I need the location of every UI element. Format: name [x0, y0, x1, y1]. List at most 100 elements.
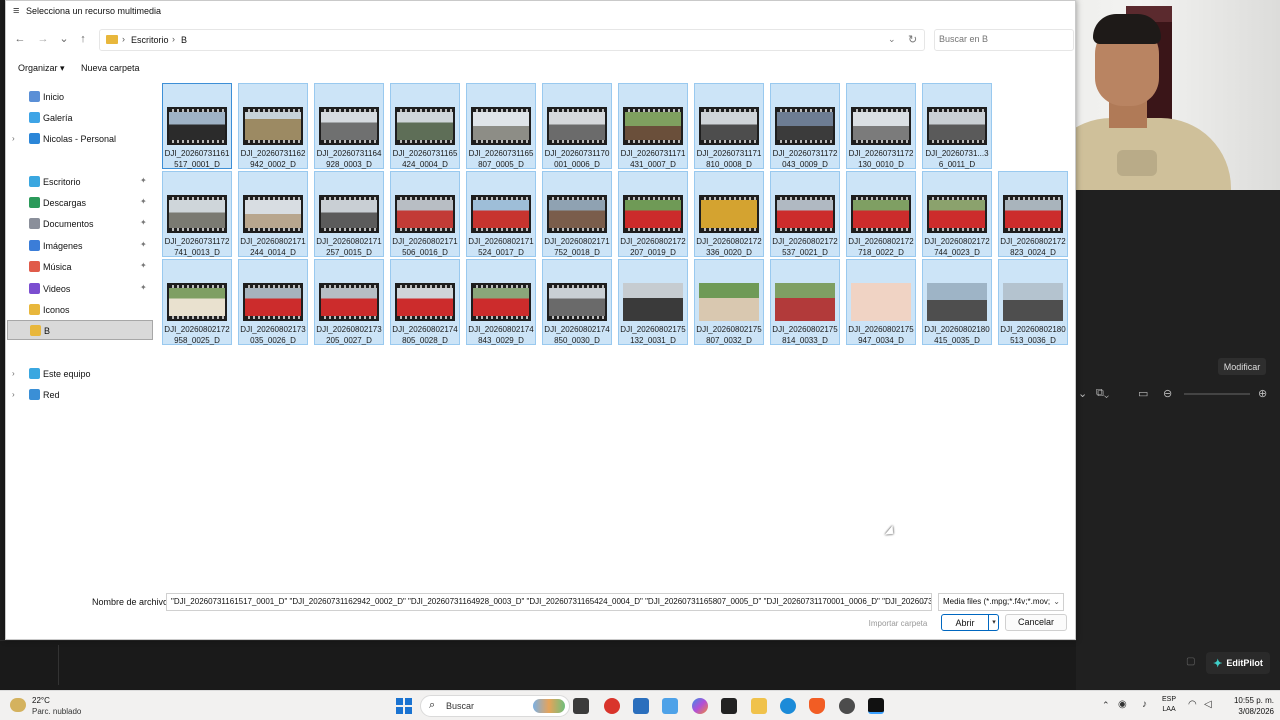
chevron-down-icon[interactable]: ⌄	[1078, 387, 1087, 400]
pin-icon[interactable]: ✦	[140, 218, 147, 227]
file-tile[interactable]: DJI_20260731...36_0011_D	[922, 83, 992, 169]
lock-icon[interactable]: ▢	[1186, 656, 1195, 667]
file-tile[interactable]: DJI_20260802171244_0014_D	[238, 171, 308, 257]
editpilot-button[interactable]: ✦ EditPilot	[1206, 652, 1270, 674]
refresh-icon[interactable]: ↻	[908, 33, 917, 46]
file-tile[interactable]: DJI_20260802174805_0028_D	[390, 259, 460, 345]
file-tile[interactable]: DJI_20260731162942_0002_D	[238, 83, 308, 169]
copilot-icon[interactable]	[692, 698, 708, 714]
sidebar-item-b[interactable]: B	[7, 320, 153, 340]
file-tile[interactable]: DJI_20260731170001_0006_D	[542, 83, 612, 169]
expand-chevron-icon[interactable]: ›	[12, 369, 15, 378]
chevron-down-icon[interactable]: ⌄	[1053, 594, 1060, 610]
file-tile[interactable]: DJI_20260802174850_0030_D	[542, 259, 612, 345]
sidebar-item-imágenes[interactable]: Imágenes ✦	[7, 236, 153, 256]
file-tile[interactable]: DJI_20260731171810_0008_D	[694, 83, 764, 169]
file-tile[interactable]: DJI_20260731164928_0003_D	[314, 83, 384, 169]
zoom-slider[interactable]	[1184, 393, 1250, 395]
chevron-up-icon[interactable]: ⌃	[1102, 700, 1110, 711]
back-arrow-icon[interactable]: ←	[12, 31, 28, 47]
zoom-out-icon[interactable]: ⊖	[1163, 387, 1172, 400]
volume-icon[interactable]: ◁	[1204, 699, 1212, 710]
import-folder-button[interactable]: Importar carpeta	[864, 616, 932, 632]
taskbar-search[interactable]: ⌕ Buscar	[420, 695, 570, 717]
sidebar-item-videos[interactable]: Videos ✦	[7, 279, 153, 299]
search-input[interactable]	[939, 34, 1059, 44]
chevron-right-icon[interactable]: ›	[172, 34, 175, 44]
zoom-in-icon[interactable]: ⊕	[1258, 387, 1267, 400]
sidebar-item-galería[interactable]: Galería	[7, 108, 153, 128]
pin-icon[interactable]: ✦	[140, 283, 147, 292]
sidebar-item-música[interactable]: Música ✦	[7, 257, 153, 277]
file-tile[interactable]: DJI_20260731172130_0010_D	[846, 83, 916, 169]
pin-icon[interactable]: ✦	[140, 176, 147, 185]
pin-icon[interactable]: ✦	[140, 197, 147, 206]
file-tile[interactable]: DJI_20260802171506_0016_D	[390, 171, 460, 257]
recent-locations-icon[interactable]: ⌄	[56, 31, 72, 47]
file-type-select[interactable]: Media files (*.mpg;*.f4v;*.mov; ⌄	[938, 593, 1064, 611]
pin-icon[interactable]: ✦	[140, 240, 147, 249]
cancel-button[interactable]: Cancelar	[1005, 614, 1067, 631]
file-manager-app-icon[interactable]	[573, 698, 589, 714]
modify-button[interactable]: Modificar	[1218, 358, 1266, 375]
file-tile[interactable]: DJI_20260802175807_0032_D	[694, 259, 764, 345]
sidebar-item-documentos[interactable]: Documentos ✦	[7, 214, 153, 234]
file-tile[interactable]: DJI_20260802172958_0025_D	[162, 259, 232, 345]
file-tile[interactable]: DJI_20260802174843_0029_D	[466, 259, 536, 345]
file-tile[interactable]: DJI_20260802175947_0034_D	[846, 259, 916, 345]
snipping-tool-icon[interactable]	[662, 698, 678, 714]
terminal-icon[interactable]	[721, 698, 737, 714]
expand-chevron-icon[interactable]: ›	[12, 390, 15, 399]
file-tile[interactable]: DJI_20260802173035_0026_D	[238, 259, 308, 345]
sidebar-item-escritorio[interactable]: Escritorio ✦	[7, 172, 153, 192]
file-tile[interactable]: DJI_20260731165807_0005_D	[466, 83, 536, 169]
file-tile[interactable]: DJI_20260802172718_0022_D	[846, 171, 916, 257]
filename-input[interactable]: "DJI_20260731161517_0001_D" "DJI_2026073…	[166, 593, 932, 611]
store-app-icon[interactable]	[633, 698, 649, 714]
caption-icon[interactable]: ▭	[1138, 387, 1148, 400]
expand-chevron-icon[interactable]: ›	[12, 134, 15, 143]
breadcrumb-b[interactable]: B	[181, 35, 187, 45]
sidebar-item-nicolas-personal[interactable]: › Nicolas - Personal	[7, 129, 153, 149]
record-app-icon[interactable]	[839, 698, 855, 714]
file-tile[interactable]: DJI_20260802180415_0035_D	[922, 259, 992, 345]
input-language[interactable]: ESP LAA	[1162, 695, 1176, 715]
pin-icon[interactable]: ✦	[140, 261, 147, 270]
address-bar[interactable]: › Escritorio › B ⌄ ↻	[99, 29, 925, 51]
microphone-icon[interactable]: ♪	[1142, 699, 1147, 710]
open-options-icon[interactable]: ▾	[988, 615, 999, 630]
file-tile[interactable]: DJI_20260802172207_0019_D	[618, 171, 688, 257]
start-button[interactable]	[396, 698, 412, 714]
file-tile[interactable]: DJI_20260731161517_0001_D	[162, 83, 232, 169]
split-view-icon[interactable]: ⧉⌄	[1096, 387, 1109, 400]
sidebar-item-inicio[interactable]: Inicio	[7, 87, 153, 107]
file-tile[interactable]: DJI_20260802172537_0021_D	[770, 171, 840, 257]
app-tray-icon[interactable]: ◉	[1118, 699, 1127, 710]
clock[interactable]: 10:55 p. m. 3/08/2026	[1222, 695, 1274, 717]
sidebar-item-red[interactable]: › Red	[7, 385, 153, 405]
file-tile[interactable]: DJI_20260802172744_0023_D	[922, 171, 992, 257]
file-tile[interactable]: DJI_20260802171752_0018_D	[542, 171, 612, 257]
file-tile[interactable]: DJI_20260802172336_0020_D	[694, 171, 764, 257]
file-tile[interactable]: DJI_20260802171257_0015_D	[314, 171, 384, 257]
file-tile[interactable]: DJI_20260802172823_0024_D	[998, 171, 1068, 257]
edge-browser-icon[interactable]	[780, 698, 796, 714]
address-dropdown-icon[interactable]: ⌄	[888, 34, 896, 45]
folder-app-icon[interactable]	[751, 698, 767, 714]
brave-browser-icon[interactable]	[809, 698, 825, 714]
new-folder-button[interactable]: Nueva carpeta	[81, 63, 140, 73]
sidebar-item-iconos[interactable]: Iconos	[7, 300, 153, 320]
sidebar-item-descargas[interactable]: Descargas ✦	[7, 193, 153, 213]
breadcrumb-escritorio[interactable]: Escritorio	[131, 35, 169, 45]
up-arrow-icon[interactable]: ↑	[75, 31, 91, 47]
file-tile[interactable]: DJI_20260731165424_0004_D	[390, 83, 460, 169]
sidebar-item-este-equipo[interactable]: › Este equipo	[7, 364, 153, 384]
wifi-icon[interactable]: ◠	[1188, 699, 1197, 710]
chevron-down-icon[interactable]: ⌄	[921, 594, 928, 610]
file-tile[interactable]: DJI_20260731172741_0013_D	[162, 171, 232, 257]
capcut-app-icon[interactable]	[868, 698, 884, 714]
search-box[interactable]	[934, 29, 1074, 51]
file-tile[interactable]: DJI_20260802171524_0017_D	[466, 171, 536, 257]
file-tile[interactable]: DJI_20260731172043_0009_D	[770, 83, 840, 169]
file-tile[interactable]: DJI_20260731171431_0007_D	[618, 83, 688, 169]
